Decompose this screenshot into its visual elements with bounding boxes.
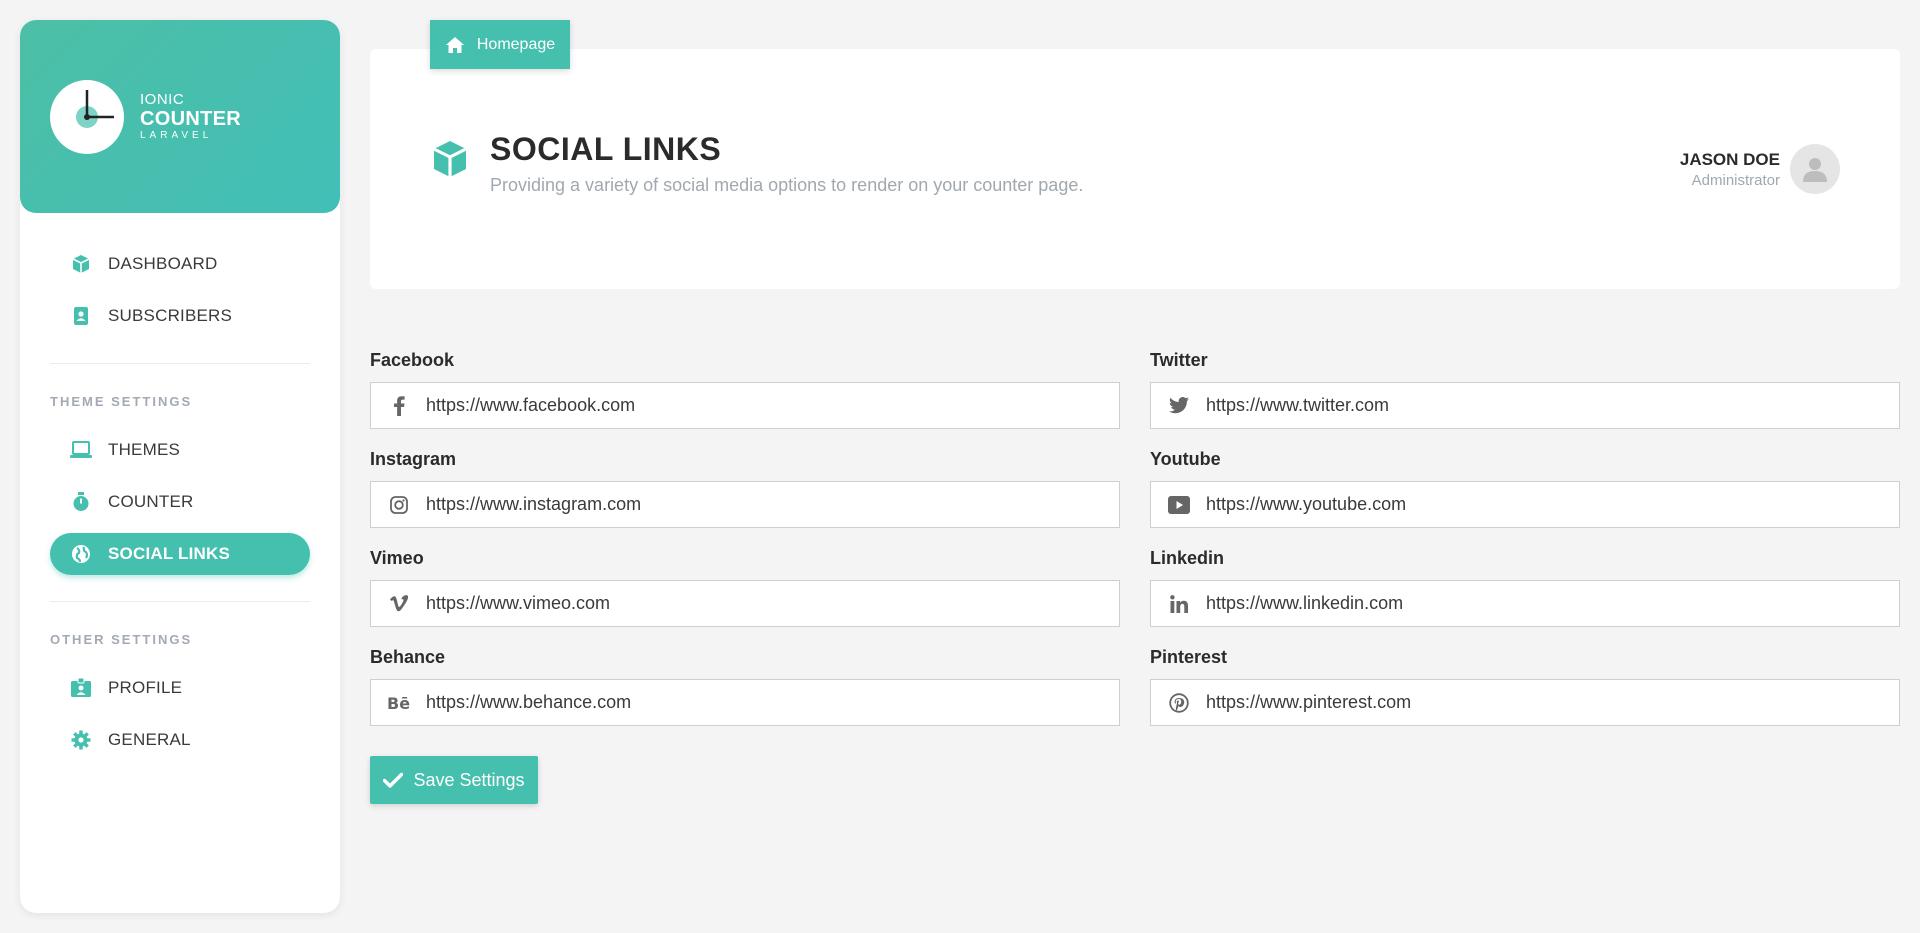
sidebar-item-general[interactable]: GENERAL [50, 719, 310, 761]
homepage-label: Homepage [476, 35, 556, 53]
laptop-icon [70, 439, 92, 461]
linkedin-icon [1151, 594, 1206, 613]
pinterest-input-wrap [1150, 679, 1900, 726]
sidebar-item-themes[interactable]: THEMES [50, 429, 310, 471]
id-badge-icon [70, 677, 92, 699]
social-links-form: Facebook Twitter Instagram [370, 350, 1900, 804]
brand-name: IONIC COUNTER LARAVEL [140, 92, 241, 141]
stopwatch-icon [70, 491, 92, 513]
cube-icon [430, 139, 470, 184]
pinterest-label: Pinterest [1150, 647, 1228, 667]
instagram-url-input[interactable] [426, 482, 1119, 527]
sidebar-item-social-links[interactable]: SOCIAL LINKS [50, 533, 310, 575]
vimeo-input-wrap [370, 580, 1120, 627]
brand-line2: COUNTER [140, 108, 241, 130]
youtube-field-group: Youtube [1150, 449, 1900, 528]
brand-header: IONIC COUNTER LARAVEL [20, 20, 340, 213]
vimeo-field-group: Vimeo [370, 548, 1120, 627]
linkedin-field-group: Linkedin [1150, 548, 1900, 627]
instagram-icon [371, 495, 426, 514]
instagram-input-wrap [370, 481, 1120, 528]
pinterest-icon [1151, 692, 1206, 713]
globe-icon [70, 543, 92, 565]
linkedin-input-wrap [1150, 580, 1900, 627]
page-header-card: SOCIAL LINKS Providing a variety of soci… [370, 49, 1900, 289]
twitter-icon [1151, 397, 1206, 414]
brand-line3: LARAVEL [140, 130, 213, 141]
sidebar-item-profile[interactable]: PROFILE [50, 667, 310, 709]
sidebar-item-label: SUBSCRIBERS [108, 306, 233, 325]
sidebar-item-label: COUNTER [108, 492, 194, 511]
theme-settings-heading: THEME SETTINGS [50, 394, 193, 409]
address-book-icon [70, 305, 92, 327]
cube-icon [70, 253, 92, 275]
linkedin-url-input[interactable] [1206, 581, 1899, 626]
avatar[interactable] [1790, 144, 1840, 194]
youtube-url-input[interactable] [1206, 482, 1899, 527]
facebook-label: Facebook [370, 350, 455, 370]
sidebar-item-label: PROFILE [108, 678, 183, 697]
form-grid: Facebook Twitter Instagram [370, 350, 1900, 726]
pinterest-field-group: Pinterest [1150, 647, 1900, 726]
vimeo-label: Vimeo [370, 548, 424, 568]
behance-field-group: Behance Bē [370, 647, 1120, 726]
youtube-input-wrap [1150, 481, 1900, 528]
sidebar-item-subscribers[interactable]: SUBSCRIBERS [50, 295, 310, 337]
vimeo-url-input[interactable] [426, 581, 1119, 626]
sidebar-item-label: SOCIAL LINKS [108, 544, 231, 563]
pinterest-url-input[interactable] [1206, 680, 1899, 725]
vimeo-icon [371, 595, 426, 612]
gear-icon [70, 729, 92, 751]
brand-line1: IONIC [140, 91, 185, 108]
behance-label: Behance [370, 647, 446, 667]
sidebar-nav: DASHBOARD SUBSCRIBERS THEME SETTINGS THE… [20, 213, 340, 761]
save-settings-label: Save Settings [413, 769, 525, 790]
facebook-field-group: Facebook [370, 350, 1120, 429]
save-settings-button[interactable]: Save Settings [370, 756, 538, 804]
sidebar-item-label: GENERAL [108, 730, 191, 749]
sidebar-divider [50, 363, 310, 364]
youtube-label: Youtube [1150, 449, 1221, 469]
user-info: JASON DOE Administrator [1680, 150, 1780, 189]
user-menu[interactable]: JASON DOE Administrator [1680, 144, 1840, 194]
twitter-field-group: Twitter [1150, 350, 1900, 429]
facebook-input-wrap [370, 382, 1120, 429]
user-icon [1803, 158, 1827, 182]
behance-url-input[interactable] [426, 680, 1119, 725]
sidebar-item-dashboard[interactable]: DASHBOARD [50, 243, 310, 285]
homepage-button[interactable]: Homepage [430, 20, 570, 69]
user-role: Administrator [1691, 171, 1780, 189]
page-title: SOCIAL LINKS [490, 131, 722, 167]
facebook-icon [371, 395, 426, 416]
twitter-input-wrap [1150, 382, 1900, 429]
clock-logo-icon [50, 79, 124, 154]
user-name: JASON DOE [1679, 149, 1780, 169]
facebook-url-input[interactable] [426, 383, 1119, 428]
sidebar-item-label: THEMES [108, 440, 181, 459]
instagram-label: Instagram [370, 449, 457, 469]
home-icon [445, 36, 465, 54]
linkedin-label: Linkedin [1150, 548, 1225, 568]
behance-input-wrap: Bē [370, 679, 1120, 726]
svg-text:Bē: Bē [387, 695, 410, 711]
instagram-field-group: Instagram [370, 449, 1120, 528]
sidebar-item-label: DASHBOARD [108, 254, 218, 273]
sidebar: IONIC COUNTER LARAVEL DASHBOARD SUBSCRIB… [20, 20, 340, 913]
twitter-url-input[interactable] [1206, 383, 1899, 428]
other-settings-heading: OTHER SETTINGS [50, 632, 193, 647]
sidebar-item-counter[interactable]: COUNTER [50, 481, 310, 523]
checkmark-icon [383, 772, 404, 788]
page-subtitle: Providing a variety of social media opti… [490, 175, 1084, 195]
youtube-icon [1151, 495, 1206, 514]
behance-icon: Bē [371, 695, 426, 711]
twitter-label: Twitter [1150, 350, 1208, 370]
sidebar-divider [50, 601, 310, 602]
